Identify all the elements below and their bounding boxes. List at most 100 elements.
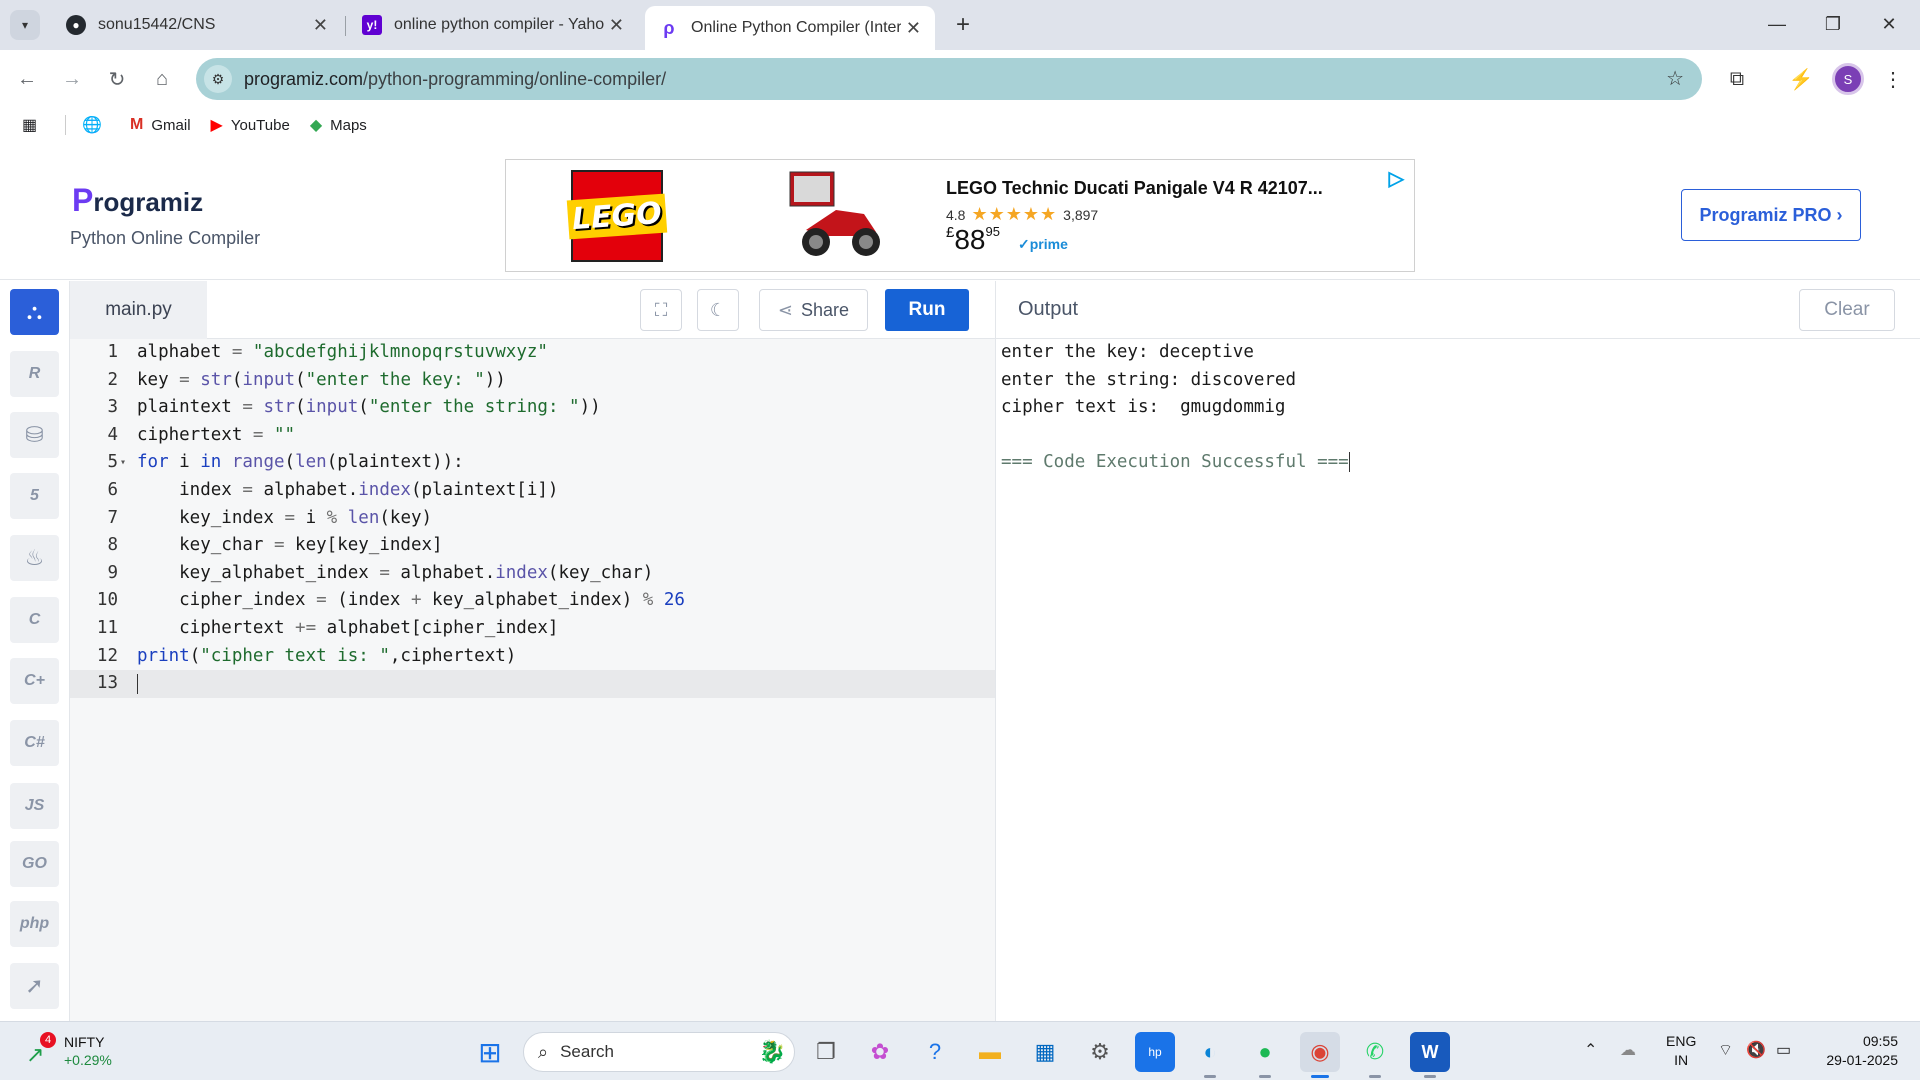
code-line: 6 index = alphabet.index(plaintext[i])	[70, 477, 995, 505]
swift-icon[interactable]: ➚	[10, 963, 59, 1009]
tab-github[interactable]: ● sonu15442/CNS ✕	[52, 6, 342, 44]
back-button[interactable]: ←	[12, 64, 42, 94]
code-editor[interactable]: 1 alphabet = "abcdefghijklmnopqrstuvwxyz…	[70, 339, 995, 1021]
tab-divider	[345, 16, 346, 36]
site-header: Programiz Python Online Compiler LEGO LE…	[0, 142, 1920, 280]
taskbar-search[interactable]: ⌕ Search 🐉	[523, 1032, 795, 1072]
close-icon[interactable]: ✕	[906, 18, 921, 39]
restore-button[interactable]: ❐	[1810, 8, 1856, 40]
programiz-pro-button[interactable]: Programiz PRO ›	[1681, 189, 1861, 241]
code-text: for i in range(len(plaintext)):	[137, 452, 464, 473]
language-indicator[interactable]: ENG IN	[1666, 1032, 1696, 1070]
share-button[interactable]: ⋖ Share	[759, 289, 868, 331]
bookmark-star-icon[interactable]: ☆	[1666, 66, 1684, 91]
go-icon[interactable]: GO	[10, 841, 59, 887]
home-button[interactable]: ⌂	[147, 64, 177, 94]
tab-yahoo[interactable]: y! online python compiler - Yahoo ✕	[348, 6, 638, 44]
python-icon[interactable]: ⛬	[10, 289, 59, 335]
minimize-button[interactable]: —	[1754, 8, 1800, 40]
fullscreen-icon: ⛶	[654, 299, 668, 320]
new-tab-button[interactable]: +	[948, 10, 978, 40]
wifi-icon[interactable]: ⌔	[1718, 1040, 1733, 1060]
yahoo-icon: y!	[362, 15, 382, 35]
cpp-icon[interactable]: C+	[10, 658, 59, 704]
windows-taskbar: ↗ 4 NIFTY +0.29% ⊞ ⌕ Search 🐉 ❐ ✿ ? ▬ ▦ …	[0, 1021, 1920, 1080]
csharp-icon[interactable]: C#	[10, 720, 59, 766]
close-window-button[interactable]: ✕	[1866, 8, 1912, 40]
clock[interactable]: 09:55 29-01-2025	[1818, 1032, 1898, 1070]
programiz-icon: ρ	[663, 17, 675, 38]
bookmark-label: Maps	[330, 116, 367, 134]
reload-button[interactable]: ↻	[102, 64, 132, 94]
copilot-icon[interactable]: ✿	[860, 1032, 900, 1072]
file-explorer-icon[interactable]: ▬	[970, 1032, 1010, 1072]
microsoft-store-icon[interactable]: ▦	[1025, 1032, 1065, 1072]
javascript-icon[interactable]: JS	[10, 783, 59, 829]
extensions-icon[interactable]: ⧉	[1722, 64, 1752, 94]
code-text: key_char = key[key_index]	[137, 535, 443, 556]
code-line: 8 key_char = key[key_index]	[70, 532, 995, 560]
run-button[interactable]: Run	[885, 289, 969, 331]
line-number: 10	[96, 590, 118, 611]
edge-icon[interactable]: ◐	[1190, 1032, 1230, 1078]
r-language-icon[interactable]: R	[10, 351, 59, 397]
tab-programiz[interactable]: ρ Online Python Compiler (Interp ✕	[645, 6, 935, 50]
browser-menu-icon[interactable]: ⋮	[1878, 64, 1908, 94]
spotify-icon[interactable]: ●	[1245, 1032, 1285, 1078]
ad-title[interactable]: LEGO Technic Ducati Panigale V4 R 42107.…	[946, 178, 1323, 199]
ad-price: £8895	[946, 224, 1000, 256]
moon-icon: ☾	[709, 299, 727, 320]
php-icon[interactable]: php	[10, 901, 59, 947]
line-number: 5	[107, 452, 118, 473]
advertisement-banner[interactable]: LEGO LEGO Technic Ducati Panigale V4 R 4…	[505, 159, 1415, 272]
line-number: 7	[107, 507, 118, 528]
programiz-logo[interactable]: Programiz	[72, 182, 203, 219]
profile-avatar[interactable]: S	[1832, 63, 1864, 95]
bookmark-youtube[interactable]: ▶ YouTube	[211, 115, 290, 135]
tab-search-button[interactable]: ▾	[10, 10, 40, 40]
volume-muted-icon[interactable]: 🔇	[1746, 1040, 1766, 1060]
myhp-icon[interactable]: hp	[1135, 1032, 1175, 1072]
get-help-icon[interactable]: ?	[915, 1032, 955, 1072]
bookmark-label: YouTube	[230, 116, 290, 134]
line-number: 2	[107, 369, 118, 390]
bookmark-maps[interactable]: ◆ Maps	[310, 115, 367, 135]
java-icon[interactable]: ♨	[10, 535, 59, 581]
whatsapp-icon[interactable]: ✆	[1355, 1032, 1395, 1078]
code-line: 12 print("cipher text is: ",ciphertext)	[70, 643, 995, 671]
site-info-icon[interactable]: ⚙	[204, 65, 232, 93]
task-view-icon[interactable]: ❐	[806, 1032, 846, 1072]
address-bar[interactable]: ⚙ programiz.com/python-programming/onlin…	[196, 58, 1702, 100]
adchoices-icon[interactable]: ▷	[1389, 166, 1404, 191]
search-icon: ⌕	[538, 1041, 549, 1062]
forward-button[interactable]: →	[57, 64, 87, 94]
show-hidden-icons[interactable]: ⌃	[1584, 1040, 1597, 1060]
html5-icon[interactable]: 5	[10, 473, 59, 519]
c-language-icon[interactable]: C	[10, 597, 59, 643]
performance-icon[interactable]: ⚡	[1786, 64, 1816, 94]
dark-mode-button[interactable]: ☾	[697, 289, 739, 331]
onedrive-icon[interactable]: ☁	[1620, 1040, 1636, 1060]
globe-icon[interactable]: 🌐	[82, 115, 110, 135]
bookmark-gmail[interactable]: M Gmail	[130, 116, 191, 134]
windows-start-icon[interactable]: ⊞	[470, 1032, 510, 1072]
code-line: 10 cipher_index = (index + key_alphabet_…	[70, 587, 995, 615]
battery-icon[interactable]: ▭	[1776, 1040, 1791, 1060]
apps-icon[interactable]: ▦	[22, 115, 45, 135]
output-console[interactable]: enter the key: deceptive enter the strin…	[995, 339, 1920, 1021]
clear-button[interactable]: Clear	[1799, 289, 1895, 331]
fullscreen-button[interactable]: ⛶	[640, 289, 682, 331]
file-tab-main[interactable]: main.py	[70, 281, 207, 339]
word-icon[interactable]: W	[1410, 1032, 1450, 1078]
maps-icon: ◆	[309, 117, 323, 134]
sql-database-icon[interactable]: ⛁	[10, 412, 59, 458]
close-icon[interactable]: ✕	[609, 15, 624, 36]
code-line: 1 alphabet = "abcdefghijklmnopqrstuvwxyz…	[70, 339, 995, 367]
fold-arrow-icon[interactable]: ▾	[120, 449, 126, 477]
settings-icon[interactable]: ⚙	[1080, 1032, 1120, 1072]
url-text[interactable]: programiz.com/python-programming/online-…	[244, 69, 666, 90]
stock-widget[interactable]: ↗ 4 NIFTY +0.29%	[26, 1032, 146, 1072]
chrome-icon[interactable]: ◉	[1300, 1032, 1340, 1078]
rating-value: 4.8	[946, 206, 966, 223]
close-icon[interactable]: ✕	[313, 15, 328, 36]
